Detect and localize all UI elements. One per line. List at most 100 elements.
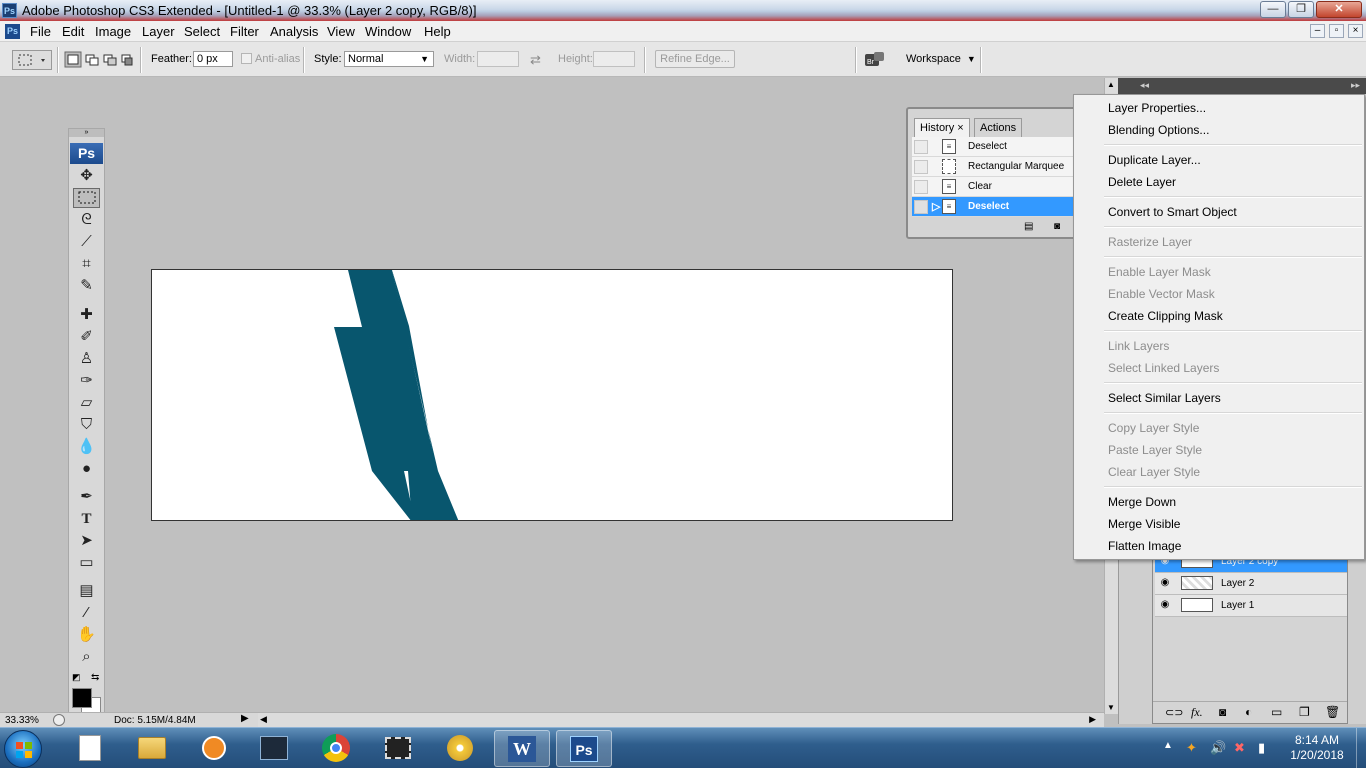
video-editor-icon[interactable] [370,730,426,767]
zoom-tool-icon[interactable]: ⌕ [73,647,100,667]
menu-window[interactable]: Window [365,24,411,39]
snapshot-checkbox[interactable] [914,140,928,154]
menu-item-flatten-image[interactable]: Flatten Image [1074,535,1364,557]
menu-item-merge-down[interactable]: Merge Down [1074,491,1364,513]
tray-expand-icon[interactable]: ▲ [1163,740,1173,751]
history-item[interactable]: Rectangular Marquee [912,157,1076,177]
eye-icon[interactable]: ◉ [1158,577,1172,589]
menu-item-convert-to-smart-object[interactable]: Convert to Smart Object [1074,201,1364,223]
eraser-tool-icon[interactable]: ▱ [73,393,100,413]
crop-tool-icon[interactable]: ⌗ [73,254,100,274]
menu-item-duplicate-layer[interactable]: Duplicate Layer... [1074,149,1364,171]
new-group-icon[interactable]: ▭ [1271,705,1282,719]
panel-grip-icon[interactable]: » [69,129,104,137]
menu-file[interactable]: File [30,24,51,39]
minimize-button[interactable]: — [1260,1,1286,18]
show-desktop-button[interactable] [1356,728,1366,768]
menu-view[interactable]: View [327,24,355,39]
menu-analysis[interactable]: Analysis [270,24,318,39]
scroll-down-icon[interactable]: ▼ [1107,703,1115,712]
lasso-tool-icon[interactable]: ᘓ [73,210,100,230]
swap-colors-icon[interactable]: ⇆ [91,672,99,683]
new-layer-icon[interactable]: ❐ [1299,705,1310,719]
new-snapshot-icon[interactable]: ▤ [1024,221,1033,232]
type-tool-icon[interactable]: T [73,509,100,529]
history-brush-source-icon[interactable]: ▷ [932,200,940,213]
menu-item-create-clipping-mask[interactable]: Create Clipping Mask [1074,305,1364,327]
menu-item-delete-layer[interactable]: Delete Layer [1074,171,1364,193]
tab-actions[interactable]: Actions [974,118,1023,137]
link-layers-icon[interactable]: ⊂⊃ [1165,706,1183,719]
document-canvas[interactable] [151,269,953,521]
swap-icon[interactable]: ⇄ [530,52,541,68]
snapshot-checkbox[interactable] [914,200,928,214]
slice-tool-icon[interactable]: ✎ [73,276,100,296]
power-icon[interactable]: ▮ [1258,740,1265,756]
hand-tool-icon[interactable]: ✋ [73,625,100,645]
layer-row[interactable]: ◉ Layer 2 [1155,573,1347,595]
foreground-color-swatch[interactable] [72,688,92,708]
menu-help[interactable]: Help [424,24,451,39]
move-tool-icon[interactable]: ✥ [73,166,100,186]
doc-restore-button[interactable]: ▫ [1329,24,1344,38]
path-selection-tool-icon[interactable]: ➤ [73,531,100,551]
calculator-app-icon[interactable] [62,730,118,767]
horizontal-scrollbar[interactable]: ◀ ▶ [258,712,1104,727]
add-selection-icon[interactable] [85,54,99,66]
doc-minimize-button[interactable]: – [1310,24,1325,38]
volume-icon[interactable]: 🔊 [1210,740,1226,756]
rectangular-marquee-tool-icon[interactable] [73,188,100,208]
menu-item-merge-visible[interactable]: Merge Visible [1074,513,1364,535]
notes-tool-icon[interactable]: ▤ [73,581,100,601]
doc-close-button[interactable]: × [1348,24,1363,38]
eyedropper-tool-icon[interactable]: ⁄ [73,603,100,623]
menu-select[interactable]: Select [184,24,220,39]
history-item[interactable]: ≡ Clear [912,177,1076,197]
menu-filter[interactable]: Filter [230,24,259,39]
refine-edge-button[interactable]: Refine Edge... [655,50,735,68]
antialias-checkbox[interactable] [241,53,252,64]
paint-bucket-tool-icon[interactable]: ⛉ [73,415,100,435]
layer-style-icon[interactable]: fx. [1191,705,1203,720]
history-item-selected[interactable]: ▷ ≡ Deselect [912,197,1076,217]
intersect-selection-icon[interactable] [121,54,133,66]
media-player-icon[interactable] [186,730,242,767]
word-taskbar-button[interactable]: W [494,730,550,767]
network-icon[interactable]: ✖ [1234,740,1245,756]
tab-history[interactable]: History × [914,118,970,137]
restore-button[interactable]: ❐ [1288,1,1314,18]
document-icon[interactable]: Ps [5,24,20,39]
snapshot-checkbox[interactable] [914,180,928,194]
style-select[interactable]: Normal ▼ [344,51,434,67]
subtract-selection-icon[interactable] [103,54,117,66]
clone-stamp-tool-icon[interactable]: ♙ [73,349,100,369]
dodge-tool-icon[interactable]: ● [73,459,100,479]
layer-mask-icon[interactable]: ◙ [1219,705,1226,719]
feather-input[interactable]: 0 px [193,51,233,67]
collapse-icon[interactable]: ◂◂ [1140,80,1149,91]
menu-item-blending-options[interactable]: Blending Options... [1074,119,1364,141]
rectangle-shape-tool-icon[interactable]: ▭ [73,553,100,573]
menu-image[interactable]: Image [95,24,131,39]
new-selection-icon[interactable] [64,51,82,68]
bridge-icon[interactable]: Br [864,51,886,69]
scroll-up-icon[interactable]: ▲ [1107,80,1115,89]
menu-item-layer-properties[interactable]: Layer Properties... [1074,97,1364,119]
history-item[interactable]: ≡ Deselect [912,137,1076,157]
width-input[interactable] [477,51,519,67]
snapshot-checkbox[interactable] [914,160,928,174]
avast-icon[interactable]: ✦ [1186,740,1197,756]
history-brush-tool-icon[interactable]: ✑ [73,371,100,391]
menu-edit[interactable]: Edit [62,24,84,39]
healing-brush-tool-icon[interactable]: ✚ [73,305,100,325]
file-explorer-icon[interactable] [124,730,180,767]
scroll-right-icon[interactable]: ▶ [1089,714,1096,725]
status-menu-icon[interactable] [53,714,65,726]
quick-selection-tool-icon[interactable]: ⟋ [73,232,100,252]
scroll-left-icon[interactable]: ◀ [260,714,267,725]
tool-preset-picker[interactable] [12,50,52,70]
pen-tool-icon[interactable]: ✒ [73,487,100,507]
movie-maker-icon[interactable] [246,730,302,767]
close-icon[interactable]: × [957,122,963,134]
workspace-button[interactable]: Workspace ▼ [906,53,976,65]
